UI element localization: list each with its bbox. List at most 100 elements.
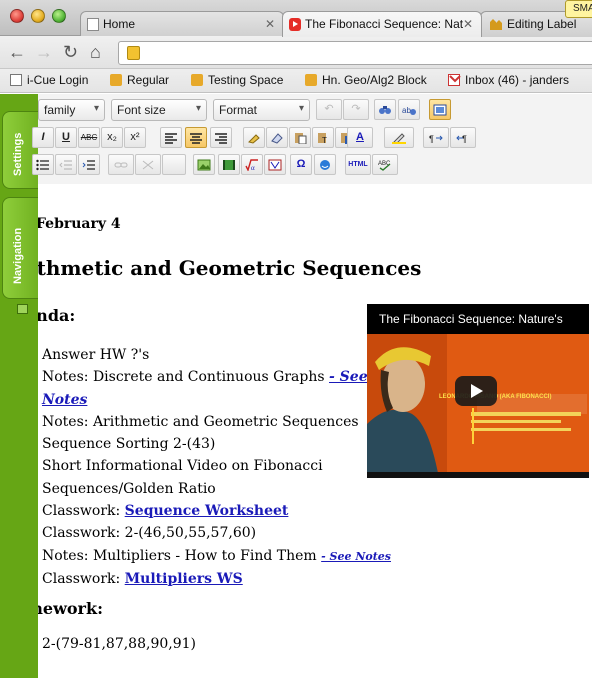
svg-text:ab: ab: [402, 106, 411, 115]
paste-icon[interactable]: [289, 127, 311, 148]
svg-text:¶: ¶: [429, 134, 434, 144]
reload-icon[interactable]: ↻: [63, 43, 78, 61]
font-size-select[interactable]: Font size: [111, 99, 207, 121]
homework-heading: mework:: [38, 599, 103, 618]
image-icon[interactable]: [193, 154, 215, 175]
svg-text:¶: ¶: [462, 134, 467, 144]
list-item: Classwork: 2-(46,50,55,57,60): [42, 525, 257, 542]
bullet-list-icon[interactable]: [32, 154, 54, 175]
zoom-window-icon[interactable]: [52, 9, 66, 23]
align-left-icon[interactable]: [160, 127, 182, 148]
item-text: Classwork:: [42, 570, 125, 587]
close-window-icon[interactable]: [10, 9, 24, 23]
media-icon[interactable]: [218, 154, 240, 175]
navigation-tab[interactable]: Navigation: [2, 197, 40, 299]
play-icon[interactable]: [455, 376, 497, 406]
blogger-icon: [191, 74, 203, 86]
italic-button[interactable]: I: [32, 127, 54, 148]
fullscreen-icon[interactable]: [429, 99, 451, 120]
page-title: ithmetic and Geometric Sequences: [38, 256, 422, 280]
math-formula-icon[interactable]: α: [241, 154, 263, 175]
forward-arrow-icon[interactable]: →: [35, 43, 53, 61]
strikethrough-button[interactable]: ABC: [78, 127, 100, 148]
tab-fibonacci-video[interactable]: The Fibonacci Sequence: Nat ✕: [282, 11, 482, 37]
eraser-icon[interactable]: [266, 127, 288, 148]
list-item: Notes: Discrete and Continuous Graphs - …: [42, 366, 372, 388]
agenda-list: Answer HW ?'s Notes: Discrete and Contin…: [42, 344, 391, 590]
text-color-button[interactable]: A: [347, 127, 373, 148]
redo-icon[interactable]: ↷: [343, 99, 369, 120]
outdent-icon[interactable]: [55, 154, 77, 175]
list-item: Answer HW ?'s: [42, 347, 150, 363]
bookmark-inbox[interactable]: Inbox (46) - janders: [448, 73, 569, 87]
list-item: Classwork: Sequence Worksheet: [42, 500, 372, 522]
blogger-icon: [110, 74, 122, 86]
font-family-select[interactable]: family: [38, 99, 105, 121]
bookmark-testing-space[interactable]: Testing Space: [191, 73, 283, 87]
unlink-icon[interactable]: [135, 154, 161, 175]
link-icon[interactable]: [108, 154, 134, 175]
subscript-button[interactable]: x₂: [101, 127, 123, 148]
tab-label: Home: [103, 17, 136, 31]
underline-button[interactable]: U: [55, 127, 77, 148]
highlight-color-icon[interactable]: [384, 127, 414, 148]
bookmark-label: Regular: [127, 73, 170, 87]
bookmark-icue-login[interactable]: i-Cue Login: [10, 73, 88, 87]
superscript-button[interactable]: x²: [124, 127, 146, 148]
embedded-video[interactable]: LEONARDO PISANO (AKA FIBONACCI) The Fibo…: [367, 304, 589, 478]
list-item: Notes: Arithmetic and Geometric Sequence…: [42, 413, 359, 430]
see-notes-link-cont[interactable]: Notes: [42, 392, 87, 408]
list-item: Sequence Sorting 2-(43): [42, 436, 216, 453]
tab-home[interactable]: Home ✕: [80, 11, 284, 37]
browser-navbar: ← → ↻ ⌂: [0, 36, 592, 69]
anchor-icon[interactable]: [162, 154, 186, 175]
rtl-paragraph-icon[interactable]: ¶: [450, 127, 476, 148]
find-icon[interactable]: [374, 99, 396, 120]
home-icon[interactable]: ⌂: [90, 43, 101, 61]
bookmark-regular[interactable]: Regular: [110, 73, 169, 87]
bookmark-geo-alg2[interactable]: Hn. Geo/Alg2 Block: [305, 73, 427, 87]
bookmark-label: Hn. Geo/Alg2 Block: [322, 73, 427, 87]
close-tab-icon[interactable]: ✕: [463, 17, 473, 31]
clean-format-icon[interactable]: [243, 127, 265, 148]
html-source-button[interactable]: HTML: [345, 154, 371, 175]
multipliers-notes-link[interactable]: - See Notes: [321, 550, 391, 563]
ltr-paragraph-icon[interactable]: ¶: [423, 127, 449, 148]
format-select[interactable]: Format: [213, 99, 310, 121]
item-text: Classwork:: [42, 503, 125, 520]
bookmark-label: i-Cue Login: [27, 73, 89, 87]
replace-icon[interactable]: ab: [398, 99, 420, 120]
tab-label: The Fibonacci Sequence: Nat: [305, 17, 464, 31]
svg-text:α: α: [251, 164, 255, 171]
close-tab-icon[interactable]: ✕: [265, 17, 275, 31]
equation-editor-icon[interactable]: [264, 154, 286, 175]
undo-icon[interactable]: ↶: [316, 99, 342, 120]
indent-icon[interactable]: [78, 154, 100, 175]
panel-toggle-icon[interactable]: [17, 304, 28, 314]
multipliers-ws-link[interactable]: Multipliers WS: [125, 571, 243, 587]
bookmark-label: Testing Space: [208, 73, 284, 87]
emoticon-icon[interactable]: [314, 154, 336, 175]
align-center-icon[interactable]: [185, 127, 207, 148]
browser-titlebar: Home ✕ The Fibonacci Sequence: Nat ✕ Edi…: [0, 0, 592, 37]
blogger-icon: [489, 18, 502, 31]
sequence-worksheet-link[interactable]: Sequence Worksheet: [125, 503, 289, 519]
spellcheck-icon[interactable]: ABC: [372, 154, 398, 175]
special-character-button[interactable]: Ω: [290, 154, 312, 175]
notification-badge[interactable]: SMA: [565, 0, 592, 18]
editor-content[interactable]: February 4 ithmetic and Geometric Sequen…: [38, 184, 592, 678]
post-date: February 4: [38, 216, 121, 232]
page-icon: [10, 74, 22, 86]
editor-toolbar: family Font size Format ↶ ↷ ab I U ABC x…: [32, 94, 592, 184]
bookmarks-bar: i-Cue Login Regular Testing Space Hn. Ge…: [0, 69, 592, 93]
minimize-window-icon[interactable]: [31, 9, 45, 23]
item-text: Notes: Discrete and Continuous Graphs: [42, 369, 329, 386]
paste-text-icon[interactable]: T: [312, 127, 334, 148]
address-bar[interactable]: [118, 41, 592, 65]
item-text: Notes: Multipliers - How to Find Them: [42, 547, 322, 564]
back-arrow-icon[interactable]: ←: [8, 43, 26, 61]
see-notes-link[interactable]: - See: [329, 369, 368, 385]
align-right-icon[interactable]: [210, 127, 232, 148]
settings-tab[interactable]: Settings: [2, 111, 40, 189]
navigation-label: Navigation: [12, 227, 24, 284]
